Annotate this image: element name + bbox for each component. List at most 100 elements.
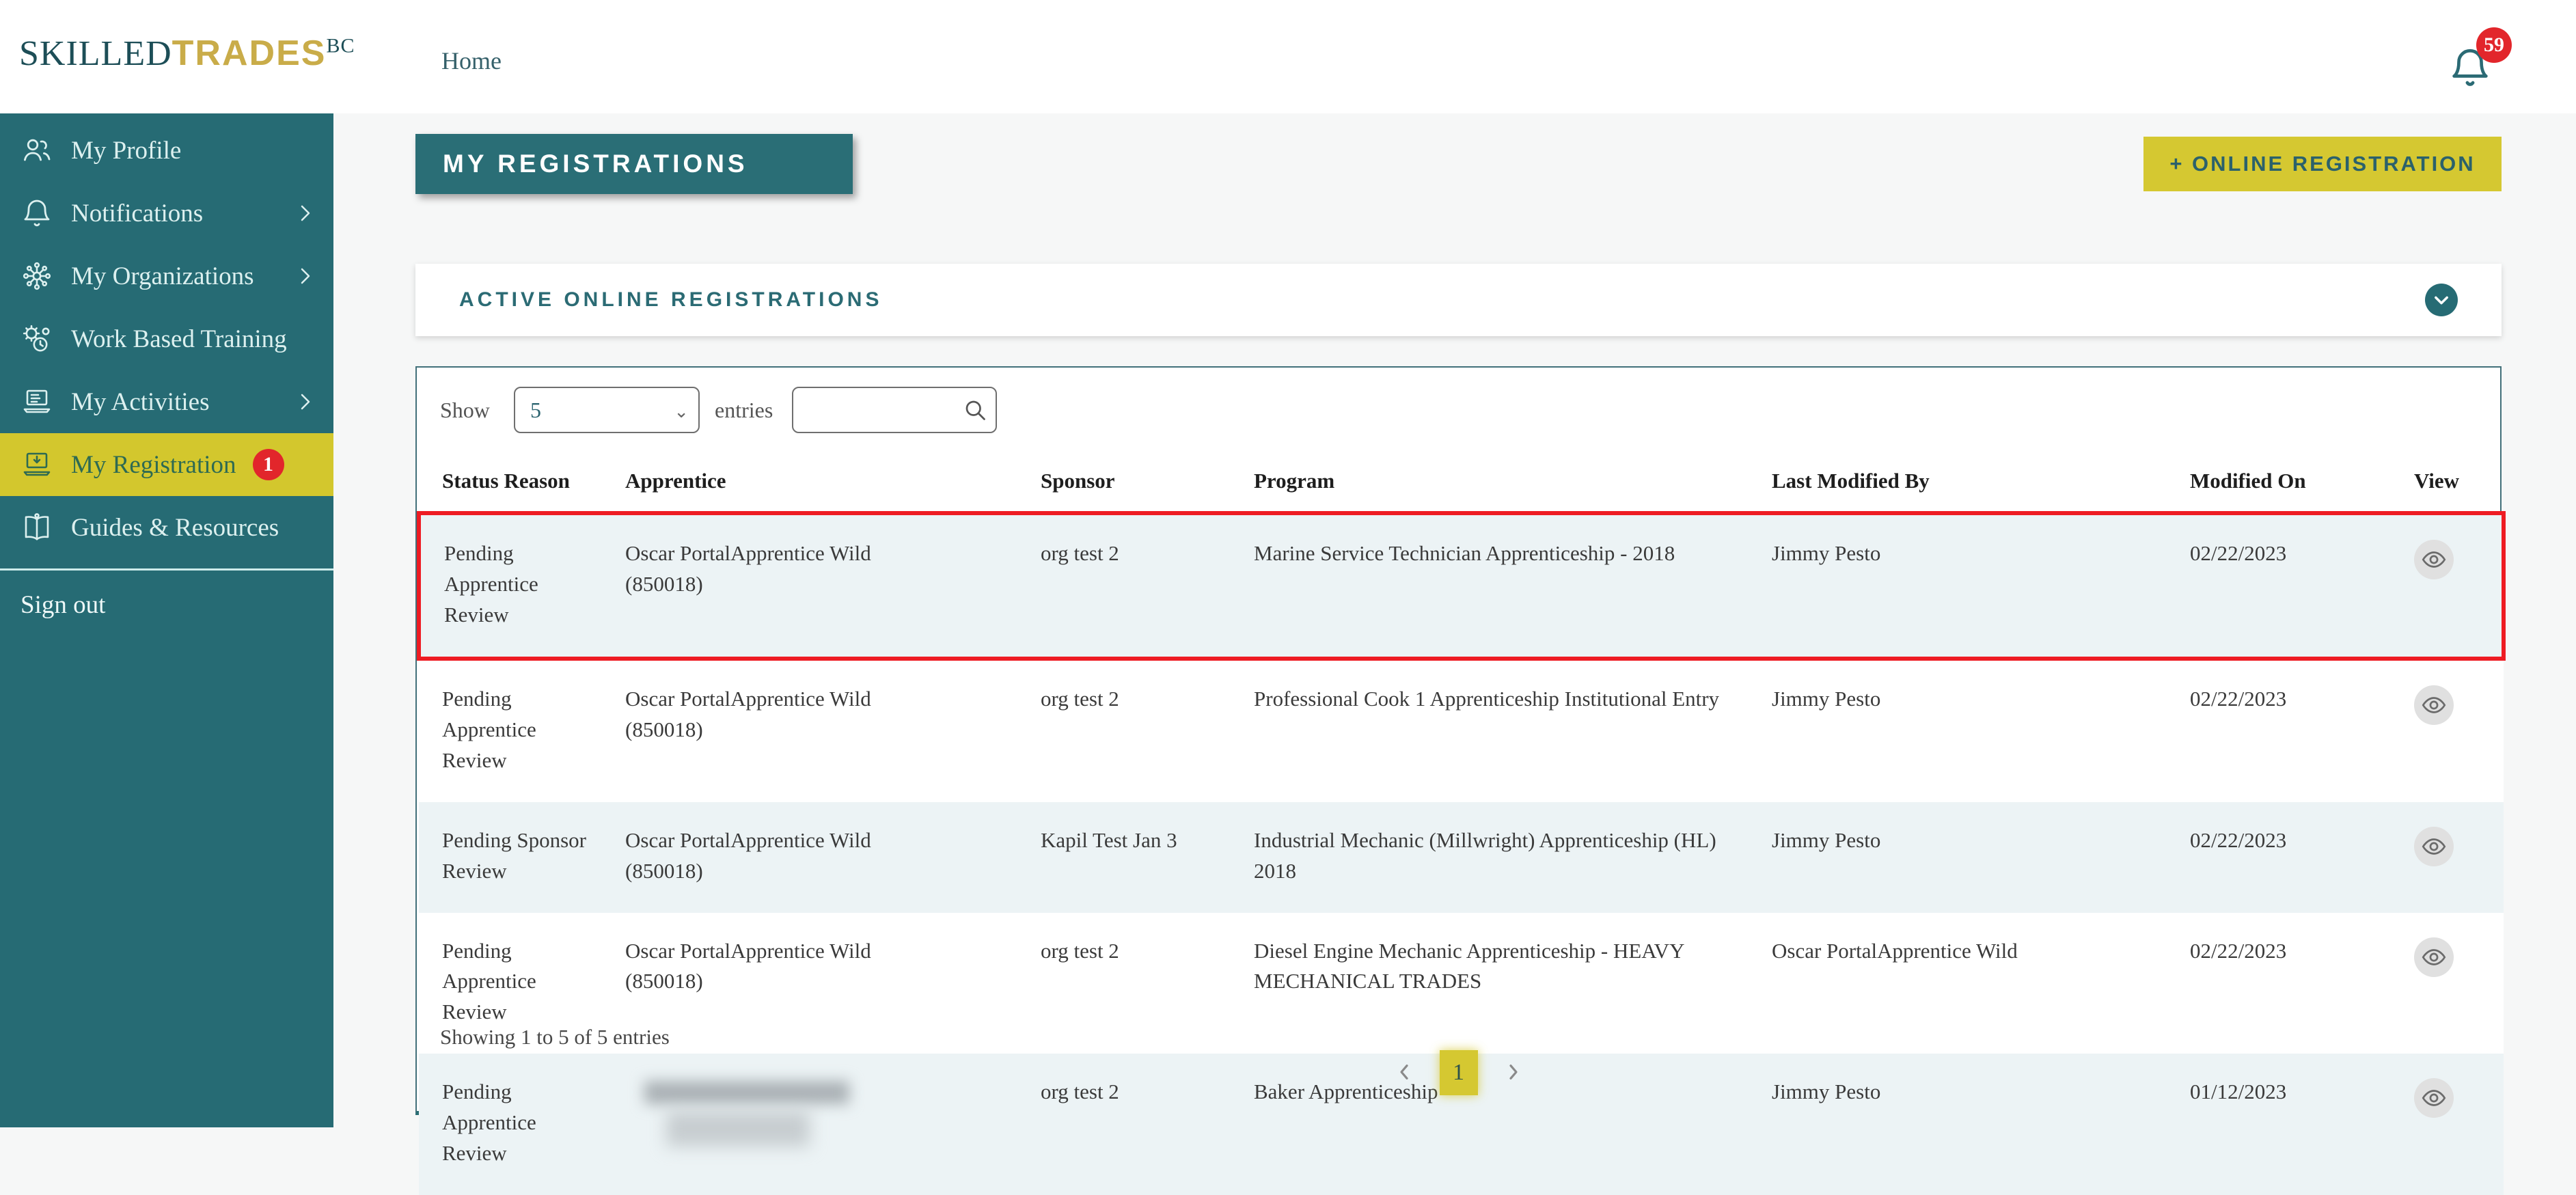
column-header-apprentice: Apprentice (625, 456, 1041, 513)
top-header-bar: SKILLEDTRADESBC Home 59 (0, 0, 2576, 113)
chevron-left-icon (1393, 1057, 1415, 1087)
eye-icon (2422, 547, 2446, 572)
page-number-button[interactable]: 1 (1440, 1050, 1478, 1095)
sidebar-item-work-based-training[interactable]: Work Based Training (0, 307, 333, 370)
sidebar-item-my-organizations[interactable]: My Organizations (0, 245, 333, 307)
logo-skilled: SKILLED (19, 34, 172, 73)
entries-label: entries (715, 398, 773, 423)
sidebar-item-my-registration[interactable]: My Registration 1 (0, 433, 333, 496)
sidebar-item-my-activities[interactable]: My Activities (0, 370, 333, 433)
modified-on-cell: 02/22/2023 (2190, 513, 2414, 659)
logo-trades: TRADES (172, 33, 327, 73)
sidebar-item-my-profile[interactable]: My Profile (0, 119, 333, 182)
apprentice-name: Oscar PortalApprentice Wild (625, 687, 871, 711)
organizations-icon (20, 260, 53, 292)
table-search (792, 387, 997, 433)
page-title: MY REGISTRATIONS (415, 134, 853, 194)
sponsor-cell: org test 2 (1041, 513, 1254, 659)
view-registration-button[interactable] (2414, 685, 2454, 725)
registration-count-badge: 1 (253, 449, 284, 480)
view-cell (2414, 913, 2504, 1054)
sidebar-item-label: Notifications (71, 199, 203, 228)
sidebar: My Profile Notifications (0, 113, 333, 1127)
previous-page-button[interactable] (1392, 1056, 1416, 1089)
show-label: Show (440, 398, 490, 423)
eye-icon (2422, 693, 2446, 717)
sponsor-cell: org test 2 (1041, 913, 1254, 1054)
sidebar-item-label: My Registration (71, 450, 236, 480)
apprentice-id: (850018) (625, 715, 1020, 745)
sign-out-button[interactable]: Sign out (0, 571, 333, 639)
column-header-view: View (2414, 456, 2504, 513)
training-gears-icon (20, 322, 53, 355)
status-cell: Pending Apprentice Review (419, 513, 625, 659)
table-row: Pending Sponsor Review Oscar PortalAppre… (419, 802, 2504, 913)
chevron-down-icon (2432, 290, 2451, 310)
page-size-value: 5 (530, 398, 541, 423)
apprentice-name: Oscar PortalApprentice Wild (625, 541, 871, 565)
apprentice-id: (850018) (625, 966, 1020, 997)
table-row: Pending Apprentice Review Oscar PortalAp… (419, 659, 2504, 802)
profile-icon (20, 134, 53, 167)
table-header-row: Status Reason Apprentice Sponsor Program… (419, 456, 2504, 513)
last-modified-by-cell: Jimmy Pesto (1772, 802, 2190, 913)
view-cell (2414, 802, 2504, 913)
apprentice-cell: Oscar PortalApprentice Wild (850018) (625, 913, 1041, 1054)
program-cell: Industrial Mechanic (Millwright) Apprent… (1254, 802, 1772, 913)
registration-laptop-icon (20, 448, 53, 481)
modified-on-cell: 02/22/2023 (2190, 913, 2414, 1054)
notification-count-badge: 59 (2476, 27, 2512, 63)
last-modified-by-cell: Oscar PortalApprentice Wild (1772, 913, 2190, 1054)
bell-icon (20, 197, 53, 230)
program-cell: Marine Service Technician Apprenticeship… (1254, 513, 1772, 659)
breadcrumb-home[interactable]: Home (441, 46, 502, 75)
page-size-select[interactable]: 5 ⌄ (514, 387, 700, 433)
sidebar-item-label: My Profile (71, 136, 181, 165)
view-registration-button[interactable] (2414, 540, 2454, 579)
sidebar-item-notifications[interactable]: Notifications (0, 182, 333, 245)
view-registration-button[interactable] (2414, 937, 2454, 977)
column-header-modified-on: Modified On (2190, 456, 2414, 513)
modified-on-cell: 02/22/2023 (2190, 659, 2414, 802)
column-header-status-reason: Status Reason (419, 456, 625, 513)
chevron-right-icon (295, 392, 316, 412)
section-title: ACTIVE ONLINE REGISTRATIONS (459, 288, 882, 312)
next-page-button[interactable] (1501, 1056, 1526, 1089)
sidebar-item-guides-resources[interactable]: Guides & Resources (0, 496, 333, 559)
sidebar-item-label: Work Based Training (71, 325, 287, 354)
apprentice-id: (850018) (625, 856, 1020, 887)
activities-laptop-icon (20, 385, 53, 418)
sidebar-item-label: My Activities (71, 387, 209, 417)
book-icon (20, 511, 53, 544)
sidebar-item-label: Guides & Resources (71, 513, 279, 542)
eye-icon (2422, 945, 2446, 970)
notifications-bell-button[interactable]: 59 (2443, 27, 2525, 102)
table-row: Pending Apprentice Review Oscar PortalAp… (419, 513, 2504, 659)
collapse-panel-button[interactable] (2425, 284, 2458, 316)
eye-icon (2422, 834, 2446, 859)
last-modified-by-cell: Jimmy Pesto (1772, 659, 2190, 802)
pagination: 1 (417, 1045, 2500, 1100)
status-cell: Pending Apprentice Review (419, 659, 625, 802)
modified-on-cell: 02/22/2023 (2190, 802, 2414, 913)
active-registrations-panel: ACTIVE ONLINE REGISTRATIONS (415, 264, 2502, 336)
sidebar-item-label: My Organizations (71, 262, 254, 291)
column-header-program: Program (1254, 456, 1772, 513)
view-registration-button[interactable] (2414, 827, 2454, 866)
view-cell (2414, 513, 2504, 659)
table-row: Pending Apprentice Review Oscar PortalAp… (419, 913, 2504, 1054)
last-modified-by-cell: Jimmy Pesto (1772, 513, 2190, 659)
registrations-table-card: Show 5 ⌄ entries Status Reason Apprentic… (415, 366, 2502, 1115)
apprentice-cell: Oscar PortalApprentice Wild (850018) (625, 802, 1041, 913)
column-header-sponsor: Sponsor (1041, 456, 1254, 513)
chevron-right-icon (1503, 1057, 1524, 1087)
apprentice-name: Oscar PortalApprentice Wild (625, 828, 871, 852)
chevron-right-icon (295, 203, 316, 223)
program-cell: Diesel Engine Mechanic Apprenticeship - … (1254, 913, 1772, 1054)
program-cell: Professional Cook 1 Apprenticeship Insti… (1254, 659, 1772, 802)
online-registration-button[interactable]: + ONLINE REGISTRATION (2143, 137, 2502, 191)
select-chevron-icon: ⌄ (674, 402, 689, 422)
status-cell: Pending Sponsor Review (419, 802, 625, 913)
sponsor-cell: Kapil Test Jan 3 (1041, 802, 1254, 913)
apprentice-cell: Oscar PortalApprentice Wild (850018) (625, 513, 1041, 659)
